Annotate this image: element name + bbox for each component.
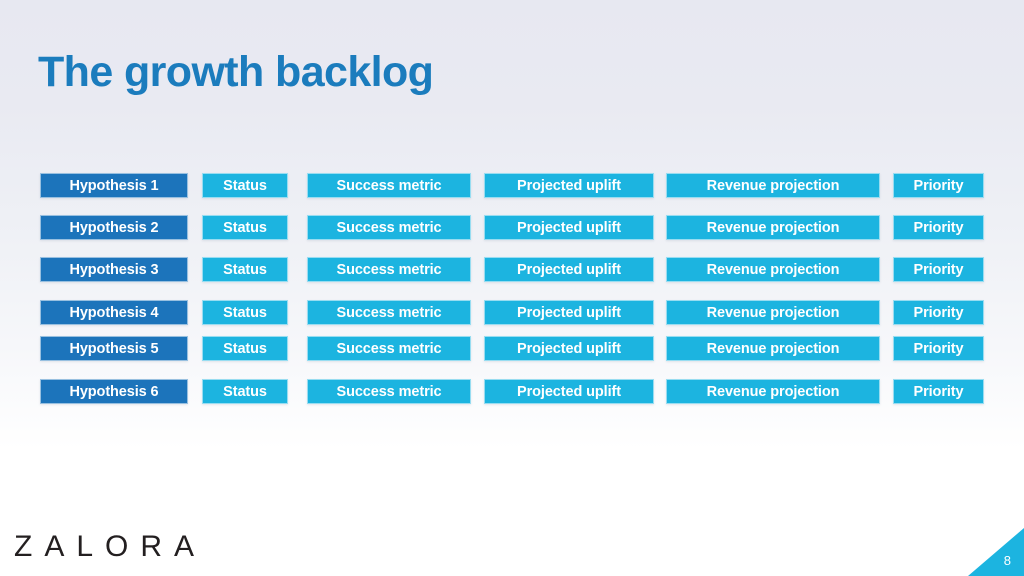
cell-priority[interactable]: Priority (893, 336, 984, 361)
cell-priority[interactable]: Priority (893, 379, 984, 404)
cell-status[interactable]: Status (202, 379, 288, 404)
cell-priority[interactable]: Priority (893, 300, 984, 325)
cell-success-metric[interactable]: Success metric (307, 257, 471, 282)
cell-status[interactable]: Status (202, 257, 288, 282)
cell-hypothesis[interactable]: Hypothesis 5 (40, 336, 188, 361)
slide-canvas: The growth backlog Hypothesis 1 Status Suc… (0, 0, 1024, 576)
cell-hypothesis[interactable]: Hypothesis 6 (40, 379, 188, 404)
cell-projected-uplift[interactable]: Projected uplift (484, 336, 654, 361)
cell-projected-uplift[interactable]: Projected uplift (484, 173, 654, 198)
growth-backlog-table: Hypothesis 1 Status Success metric Projecte… (0, 0, 1024, 576)
cell-status[interactable]: Status (202, 215, 288, 240)
cell-success-metric[interactable]: Success metric (307, 336, 471, 361)
cell-projected-uplift[interactable]: Projected uplift (484, 215, 654, 240)
cell-priority[interactable]: Priority (893, 257, 984, 282)
cell-revenue-projection[interactable]: Revenue projection (666, 379, 880, 404)
cell-revenue-projection[interactable]: Revenue projection (666, 257, 880, 282)
cell-projected-uplift[interactable]: Projected uplift (484, 300, 654, 325)
cell-priority[interactable]: Priority (893, 215, 984, 240)
cell-revenue-projection[interactable]: Revenue projection (666, 173, 880, 198)
cell-success-metric[interactable]: Success metric (307, 173, 471, 198)
cell-priority[interactable]: Priority (893, 173, 984, 198)
cell-hypothesis[interactable]: Hypothesis 2 (40, 215, 188, 240)
cell-revenue-projection[interactable]: Revenue projection (666, 336, 880, 361)
cell-success-metric[interactable]: Success metric (307, 300, 471, 325)
cell-projected-uplift[interactable]: Projected uplift (484, 379, 654, 404)
cell-success-metric[interactable]: Success metric (307, 379, 471, 404)
cell-status[interactable]: Status (202, 300, 288, 325)
cell-hypothesis[interactable]: Hypothesis 1 (40, 173, 188, 198)
cell-projected-uplift[interactable]: Projected uplift (484, 257, 654, 282)
zalora-logo: ZALORA (14, 530, 207, 563)
cell-status[interactable]: Status (202, 173, 288, 198)
cell-revenue-projection[interactable]: Revenue projection (666, 300, 880, 325)
cell-hypothesis[interactable]: Hypothesis 4 (40, 300, 188, 325)
cell-status[interactable]: Status (202, 336, 288, 361)
cell-hypothesis[interactable]: Hypothesis 3 (40, 257, 188, 282)
cell-success-metric[interactable]: Success metric (307, 215, 471, 240)
cell-revenue-projection[interactable]: Revenue projection (666, 215, 880, 240)
page-number: 8 (1003, 553, 1011, 568)
